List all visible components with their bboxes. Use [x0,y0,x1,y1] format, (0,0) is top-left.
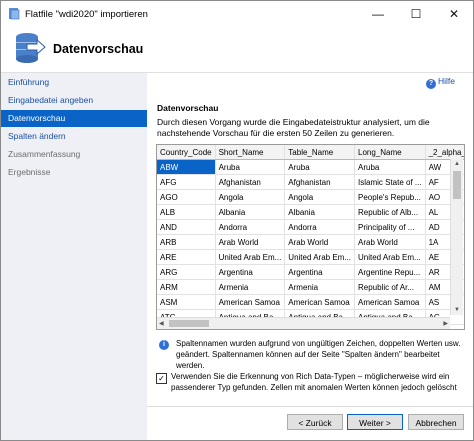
table-cell[interactable]: AND [157,219,216,235]
step-zusammenfassung: Zusammenfassung [8,149,81,159]
step-datenvorschau[interactable]: Datenvorschau [1,110,147,127]
import-database-icon [13,30,47,68]
horizontal-scroll-thumb[interactable] [169,320,209,327]
scroll-down-icon[interactable]: ▼ [454,307,460,313]
column-header[interactable]: Country_Code [157,145,216,160]
table-cell[interactable]: Arab World [354,234,426,250]
info-icon: i [159,340,169,350]
help-label: Hilfe [438,76,456,86]
window-title: Flatfile "wdi2020" importieren [25,9,148,20]
column-header[interactable]: _2_alpha_co [425,145,464,160]
table-cell[interactable]: Principality of ... [354,219,426,235]
table-row[interactable]: AND Andorra Andorra Principality of ... AD [157,219,464,235]
preview-table: Country_Code Short_Name Table_Name Long_Nam… [157,145,464,329]
wizard-steps-sidebar: Einführung Eingabedatei angeben Datenvor… [1,73,147,440]
close-button[interactable]: ✕ [435,1,473,27]
section-title: Datenvorschau [157,103,219,113]
table-cell[interactable]: AFG [157,174,216,190]
info-text: Spaltennamen wurden aufgrund von ungülti… [176,339,461,370]
table-cell[interactable]: People's Repub... [354,189,426,205]
table-cell[interactable]: Angola [284,189,355,205]
grid-vertical-scrollbar[interactable]: ▲ ▼ [450,159,463,315]
table-row[interactable]: ARB Arab World Arab World Arab World 1A [157,234,464,250]
table-cell[interactable]: Arab World [215,234,286,250]
table-cell[interactable]: Albania [284,204,355,220]
table-cell[interactable]: Arab World [284,234,355,250]
table-cell[interactable]: Andorra [215,219,286,235]
table-cell[interactable]: American Samoa [215,294,286,310]
table-cell[interactable]: Republic of Ar... [354,279,426,295]
step-ergebnisse: Ergebnisse [8,167,51,177]
table-cell[interactable]: ABW [157,159,216,175]
table-cell[interactable]: ARG [157,264,216,280]
help-icon: ? [426,79,436,89]
title-bar: Flatfile "wdi2020" importieren — ☐ ✕ [1,1,473,27]
table-cell[interactable]: ARE [157,249,216,265]
table-cell[interactable]: United Arab Em... [215,249,286,265]
rich-data-type-label: Verwenden Sie die Erkennung von Rich Dat… [171,372,457,392]
cancel-button[interactable]: Abbrechen [408,414,464,430]
table-cell[interactable]: Armenia [284,279,355,295]
step-spalten-aendern[interactable]: Spalten ändern [1,128,147,145]
maximize-button[interactable]: ☐ [397,1,435,27]
table-cell[interactable]: Angola [215,189,286,205]
table-cell[interactable]: ASM [157,294,216,310]
column-header[interactable]: Short_Name [215,145,286,160]
table-cell[interactable]: United Arab Em... [354,249,426,265]
rich-data-type-checkbox[interactable]: ✓ [156,373,167,384]
grid-horizontal-scrollbar[interactable]: ◀ ▶ [157,317,450,329]
table-row[interactable]: AFG Afghanistan Afghanistan Islamic State o… [157,174,464,190]
back-button[interactable]: < Zurück [287,414,343,430]
import-wizard-window: Flatfile "wdi2020" importieren — ☐ ✕ Dat… [0,0,474,441]
table-row[interactable]: ARM Armenia Armenia Republic of Ar... AM [157,279,464,295]
scroll-right-icon[interactable]: ▶ [443,320,448,327]
next-button[interactable]: Weiter > [347,414,403,430]
description-text: Durch diesen Vorgang wurde die Eingabeda… [157,117,430,138]
table-cell[interactable]: Afghanistan [284,174,355,190]
footer-divider [147,406,473,407]
table-row[interactable]: AGO Angola Angola People's Repub... AO [157,189,464,205]
table-cell[interactable]: ARB [157,234,216,250]
column-header[interactable]: Long_Name [354,145,426,160]
minimize-button[interactable]: — [359,1,397,27]
info-message: i Spaltennamen wurden aufgrund von ungül… [156,337,462,370]
step-eingabedatei-angeben[interactable]: Eingabedatei angeben [1,92,147,109]
table-cell[interactable]: AGO [157,189,216,205]
scroll-up-icon[interactable]: ▲ [454,161,460,167]
step-einfuehrung[interactable]: Einführung [1,74,147,91]
vertical-scroll-thumb[interactable] [453,171,461,199]
table-cell[interactable]: Argentina [215,264,286,280]
table-cell[interactable]: Islamic State of ... [354,174,426,190]
table-row[interactable]: ARE United Arab Em... United Arab Em... Uni… [157,249,464,265]
table-cell[interactable]: Aruba [215,159,286,175]
header-title: Datenvorschau [53,42,144,56]
table-cell[interactable]: Republic of Alb... [354,204,426,220]
table-cell[interactable]: Aruba [284,159,355,175]
table-cell[interactable]: Aruba [354,159,426,175]
table-cell[interactable]: ALB [157,204,216,220]
data-preview-grid[interactable]: Country_Code Short_Name Table_Name Long_Nam… [156,144,465,330]
table-cell[interactable]: United Arab Em... [284,249,355,265]
table-cell[interactable]: American Samoa [284,294,355,310]
help-link[interactable]: ? Hilfe [426,76,455,89]
table-row[interactable]: ABW Aruba Aruba Aruba AW [157,159,464,175]
rich-data-type-option[interactable]: ✓ Verwenden Sie die Erkennung von Rich D… [156,372,462,394]
table-row[interactable]: ASM American Samoa American Samoa American … [157,294,464,310]
scroll-left-icon[interactable]: ◀ [159,320,164,327]
table-cell[interactable]: Armenia [215,279,286,295]
table-cell[interactable]: Andorra [284,219,355,235]
flatfile-app-icon [8,7,21,22]
table-cell[interactable]: American Samoa [354,294,426,310]
table-cell[interactable]: ARM [157,279,216,295]
table-cell[interactable]: Argentina [284,264,355,280]
table-row[interactable]: ALB Albania Albania Republic of Alb... AL [157,204,464,220]
table-cell[interactable]: Afghanistan [215,174,286,190]
wizard-header: Datenvorschau [1,27,473,73]
table-row[interactable]: ARG Argentina Argentina Argentine Repu... AR [157,264,464,280]
column-header[interactable]: Table_Name [284,145,355,160]
table-cell[interactable]: Albania [215,204,286,220]
table-cell[interactable]: Argentine Repu... [354,264,426,280]
